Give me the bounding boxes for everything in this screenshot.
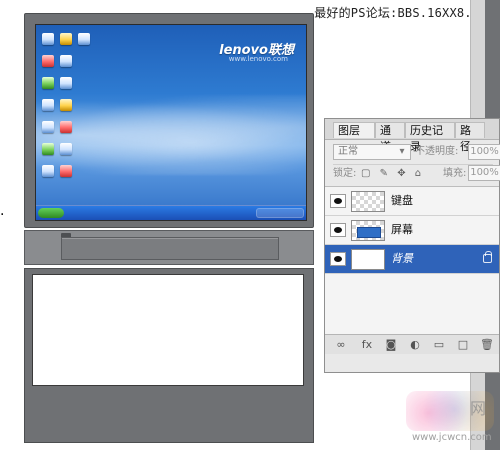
system-tray[interactable]: [256, 208, 304, 218]
lock-icons: ▢ ✎ ✥ ⌂: [361, 167, 424, 181]
link-icon[interactable]: ∞: [333, 338, 349, 352]
desktop-icon: [60, 77, 72, 89]
desktop-icon: [42, 33, 54, 45]
layer-row-selected[interactable]: 背景: [325, 245, 499, 274]
lock-label: 锁定:: [333, 168, 357, 179]
start-button[interactable]: [38, 208, 64, 218]
layer-name: 键盘: [391, 194, 413, 207]
tab-layers[interactable]: 图层×: [333, 122, 375, 153]
fx-icon[interactable]: fx: [359, 338, 375, 352]
desktop-icon: [60, 165, 72, 177]
layers-list: 键盘 屏幕 背景 ∞ fx ◙ ◐ ▭ □ 🗑: [325, 186, 499, 354]
adjustment-icon[interactable]: ◐: [407, 338, 423, 352]
blend-row: 正常 ▾ 不透明度: 100%: [333, 144, 500, 160]
lock-row: 锁定: ▢ ✎ ✥ ⌂ 填充: 100%: [333, 164, 500, 182]
desktop-icon: [42, 77, 54, 89]
hinge-bar: [61, 237, 279, 260]
desktop-icon: [42, 99, 54, 111]
layers-panel: 图层× 通道 历史记录 路径 正常 ▾ 不透明度: 100% 锁定: ▢ ✎ ✥…: [324, 118, 500, 373]
desktop-icon: [78, 33, 90, 45]
opacity-field[interactable]: 100%: [468, 144, 500, 160]
eye-icon[interactable]: [330, 252, 346, 266]
laptop-base: [24, 268, 314, 443]
layer-name: 背景: [391, 252, 413, 265]
tab-history[interactable]: 历史记录: [405, 122, 455, 153]
eye-icon[interactable]: [330, 194, 346, 208]
site-glyph: 网: [469, 399, 486, 418]
chevron-down-icon: ▾: [399, 146, 405, 157]
layer-name: 屏幕: [391, 223, 413, 236]
layer-thumbnail: [351, 249, 385, 270]
desktop-icon: [42, 165, 54, 177]
desktop-icon: [42, 121, 54, 133]
blend-mode-value: 正常: [338, 146, 358, 157]
laptop-mockup: lenovo联想 www.lenovo.com: [24, 13, 314, 443]
desktop-icon: [42, 143, 54, 155]
lock-all-icon[interactable]: ⌂: [415, 168, 424, 179]
lock-move-icon[interactable]: ✥: [397, 168, 408, 179]
site-watermark: 网 www.jcwcn.com: [406, 391, 494, 443]
group-icon[interactable]: ▭: [431, 338, 447, 352]
opacity-label: 不透明度:: [415, 146, 459, 157]
laptop-lid: lenovo联想 www.lenovo.com: [24, 13, 314, 228]
new-layer-icon[interactable]: □: [455, 338, 471, 352]
lock-icon: [483, 251, 492, 263]
desktop-screen: lenovo联想 www.lenovo.com: [35, 24, 307, 221]
site-url: www.jcwcn.com: [412, 432, 492, 443]
trash-icon[interactable]: 🗑: [479, 338, 495, 352]
layers-toolbar: ∞ fx ◙ ◐ ▭ □ 🗑: [325, 334, 499, 354]
tab-channels[interactable]: 通道: [375, 122, 405, 153]
blend-mode-select[interactable]: 正常 ▾: [333, 144, 411, 160]
desktop-icon: [60, 99, 72, 111]
layer-thumbnail: [351, 191, 385, 212]
desktop-icon: [60, 143, 72, 155]
layer-thumbnail: [351, 220, 385, 241]
panel-tabs: 图层× 通道 历史记录 路径: [325, 119, 499, 153]
layer-row[interactable]: 屏幕: [325, 216, 499, 245]
lock-transparency-icon[interactable]: ▢: [361, 168, 373, 179]
mask-icon[interactable]: ◙: [383, 338, 399, 352]
taskbar: [36, 205, 306, 220]
lock-paint-icon[interactable]: ✎: [380, 168, 391, 179]
desktop-icon: [42, 55, 54, 67]
desktop-icon: [60, 55, 72, 67]
layer-row[interactable]: 键盘: [325, 187, 499, 216]
top-watermark: 最好的PS论坛:BBS.16XX8.COM: [314, 6, 494, 20]
tab-paths[interactable]: 路径: [455, 122, 485, 153]
laptop-hinge: [24, 230, 314, 265]
desktop-icons: [42, 33, 112, 203]
fill-field[interactable]: 100%: [468, 165, 500, 181]
brand-subtitle: www.lenovo.com: [228, 55, 288, 63]
desktop-icon: [60, 33, 72, 45]
tab-layers-label: 图层: [338, 124, 360, 137]
desktop-icon: [60, 121, 72, 133]
stray-dot: .: [0, 203, 5, 219]
eye-icon[interactable]: [330, 223, 346, 237]
white-panel: [32, 274, 304, 386]
fill-label: 填充:: [443, 168, 467, 179]
